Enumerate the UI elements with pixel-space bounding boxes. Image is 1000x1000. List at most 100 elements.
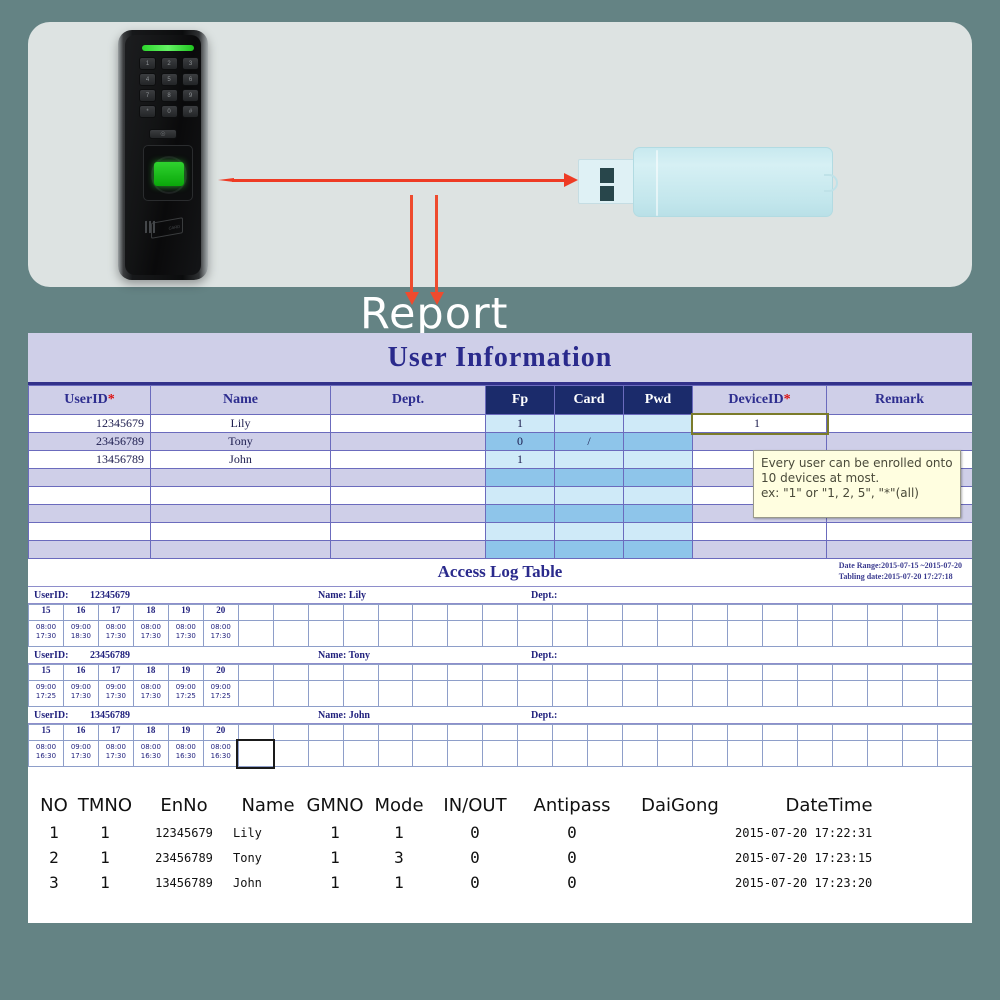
day-number-cell[interactable]: 15 [28, 604, 64, 621]
cell-fp[interactable] [485, 486, 555, 505]
day-time-cell[interactable] [587, 620, 624, 647]
cell-deviceid[interactable] [692, 432, 972, 923]
cell-dept[interactable] [330, 540, 486, 559]
day-time-cell[interactable]: 08:00 17:30 [97, 740, 134, 767]
day-number-cell[interactable] [552, 604, 589, 621]
day-number-cell[interactable] [622, 604, 659, 621]
day-number-cell[interactable] [237, 724, 274, 741]
day-number-cell[interactable] [831, 604, 868, 621]
day-time-cell[interactable]: 09:00 17:30 [62, 680, 99, 707]
cell-remark[interactable] [826, 432, 972, 451]
day-number-cell[interactable] [237, 664, 274, 681]
cell-deviceid[interactable]: 1 [690, 412, 829, 435]
day-number-cell[interactable] [412, 664, 449, 681]
col-header-fp[interactable]: Fp [485, 385, 555, 415]
cell-fp[interactable] [485, 468, 555, 487]
day-time-cell[interactable] [447, 620, 484, 647]
cell-pwd[interactable] [623, 432, 693, 451]
day-number-cell[interactable]: 18 [132, 604, 169, 621]
col-header-name[interactable]: Name [150, 385, 331, 415]
day-time-cell[interactable] [272, 740, 309, 767]
day-time-cell[interactable] [482, 740, 519, 767]
day-time-cell[interactable] [552, 620, 589, 647]
day-number-cell[interactable]: 17 [97, 664, 134, 681]
day-time-cell[interactable] [447, 740, 484, 767]
day-number-cell[interactable]: 17 [97, 604, 134, 621]
day-number-cell[interactable]: 19 [167, 604, 204, 621]
day-number-cell[interactable] [901, 724, 938, 741]
cell-dept[interactable] [330, 486, 486, 505]
day-time-cell[interactable] [552, 680, 589, 707]
day-number-cell[interactable] [901, 664, 938, 681]
day-number-cell[interactable]: 15 [28, 724, 64, 741]
day-time-cell[interactable]: 08:00 16:30 [28, 740, 64, 767]
day-number-cell[interactable] [692, 724, 729, 741]
day-number-cell[interactable] [517, 724, 554, 741]
day-time-cell[interactable] [901, 620, 938, 647]
day-time-cell[interactable] [447, 680, 484, 707]
day-time-cell[interactable] [622, 680, 659, 707]
day-time-cell[interactable] [657, 620, 694, 647]
day-number-cell[interactable] [552, 724, 589, 741]
day-number-cell[interactable]: 18 [132, 664, 169, 681]
day-time-cell[interactable] [692, 740, 729, 767]
cell-card[interactable] [554, 486, 624, 505]
day-time-cell[interactable] [831, 740, 868, 767]
day-number-cell[interactable]: 19 [167, 724, 204, 741]
day-number-cell[interactable]: 15 [28, 664, 64, 681]
day-number-cell[interactable] [272, 664, 309, 681]
day-number-cell[interactable] [412, 604, 449, 621]
cell-remark[interactable] [826, 540, 972, 559]
day-number-cell[interactable] [307, 664, 344, 681]
day-time-cell[interactable] [796, 680, 833, 707]
day-time-cell[interactable]: 09:00 17:25 [167, 680, 204, 707]
day-number-cell[interactable] [342, 724, 379, 741]
cell-deviceid[interactable] [692, 522, 827, 541]
day-number-cell[interactable] [447, 664, 484, 681]
day-number-cell[interactable] [901, 604, 938, 621]
col-header-card[interactable]: Card [554, 385, 624, 415]
day-number-cell[interactable] [377, 724, 414, 741]
cell-fp[interactable] [485, 504, 555, 523]
cell-userid[interactable]: 23456789 [28, 432, 151, 451]
day-time-cell[interactable] [412, 740, 449, 767]
day-time-cell[interactable] [901, 680, 938, 707]
cell-fp[interactable] [485, 540, 555, 559]
cell-pwd[interactable] [623, 504, 693, 523]
day-time-cell[interactable]: 08:00 17:30 [167, 620, 204, 647]
cell-userid[interactable]: 12345679 [28, 414, 151, 433]
day-number-cell[interactable]: 20 [202, 724, 239, 741]
day-time-cell[interactable] [762, 740, 798, 767]
cell-dept[interactable] [330, 432, 486, 451]
cell-userid[interactable] [28, 540, 151, 559]
day-number-cell[interactable] [692, 664, 729, 681]
day-time-cell[interactable]: 08:00 17:30 [132, 680, 169, 707]
cell-fp[interactable]: 1 [485, 414, 555, 433]
day-time-cell[interactable]: 09:00 17:30 [62, 740, 99, 767]
day-time-cell[interactable] [727, 680, 764, 707]
day-time-cell[interactable] [377, 680, 414, 707]
day-number-cell[interactable] [482, 604, 519, 621]
day-time-cell[interactable] [272, 680, 309, 707]
day-time-cell[interactable]: 08:00 17:30 [28, 620, 64, 647]
day-number-cell[interactable] [831, 724, 868, 741]
day-number-cell[interactable] [866, 604, 903, 621]
day-number-cell[interactable] [552, 664, 589, 681]
col-header-dept[interactable]: Dept. [330, 385, 486, 415]
cell-card[interactable] [554, 522, 624, 541]
cell-card[interactable] [554, 450, 624, 469]
day-time-cell[interactable] [342, 740, 379, 767]
cell-name[interactable]: Tony [150, 432, 331, 451]
day-number-cell[interactable] [587, 724, 624, 741]
day-number-cell[interactable]: 16 [62, 604, 99, 621]
cell-name[interactable] [150, 486, 331, 505]
cell-pwd[interactable] [623, 522, 693, 541]
day-time-cell[interactable] [657, 740, 694, 767]
day-number-cell[interactable] [866, 724, 903, 741]
day-time-cell[interactable] [237, 680, 274, 707]
day-time-cell[interactable] [272, 620, 309, 647]
day-time-cell[interactable]: 09:00 17:30 [97, 680, 134, 707]
day-number-cell[interactable]: 16 [62, 724, 99, 741]
cell-pwd[interactable] [623, 486, 693, 505]
col-header-pwd[interactable]: Pwd [623, 385, 693, 415]
